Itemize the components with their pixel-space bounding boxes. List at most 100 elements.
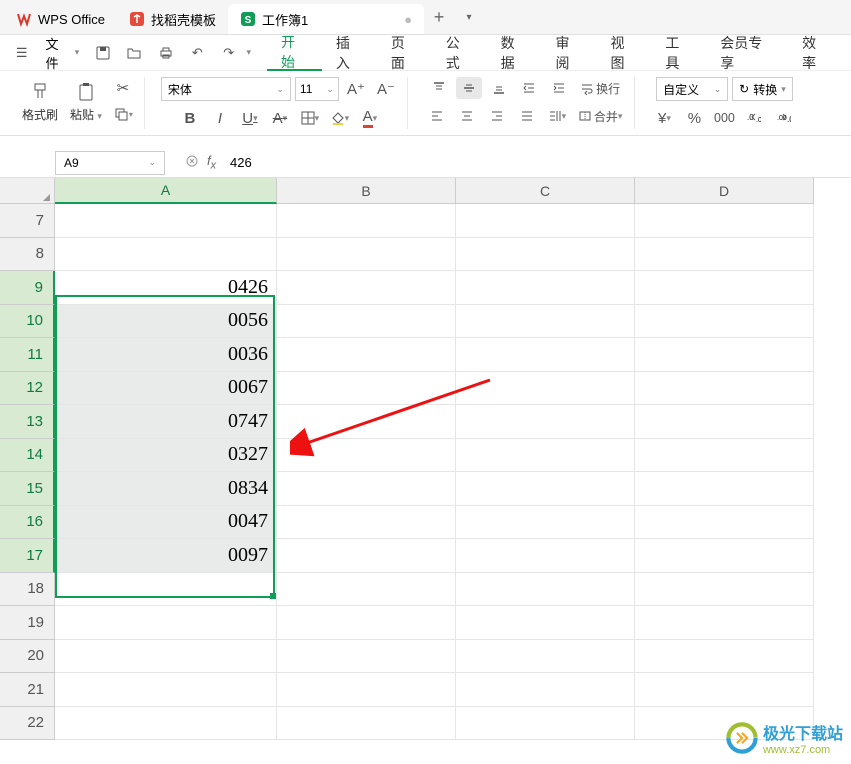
cell[interactable] xyxy=(635,506,814,540)
tab-formula[interactable]: 公式 xyxy=(432,35,487,71)
cell[interactable] xyxy=(635,271,814,305)
cell[interactable] xyxy=(635,539,814,573)
cell[interactable] xyxy=(55,606,277,640)
decimal-inc-icon[interactable]: .00.0 xyxy=(771,107,797,129)
tab-start[interactable]: 开始 xyxy=(267,35,322,71)
convert-button[interactable]: ↻ 转换▾ xyxy=(732,77,793,101)
bold-icon[interactable]: B xyxy=(177,107,203,129)
row-header[interactable]: 11 xyxy=(0,338,55,372)
tab-vip[interactable]: 会员专享 xyxy=(706,35,788,71)
select-all-corner[interactable] xyxy=(0,178,55,204)
cell[interactable]: 0036 xyxy=(55,338,277,372)
percent-icon[interactable]: % xyxy=(681,107,707,129)
folder-icon[interactable] xyxy=(121,39,148,67)
name-box[interactable]: A9⌄ xyxy=(55,151,165,175)
save-icon[interactable] xyxy=(89,39,116,67)
tab-review[interactable]: 审阅 xyxy=(542,35,597,71)
cell[interactable]: 0834 xyxy=(55,472,277,506)
paste-button[interactable]: 粘贴 ▾ xyxy=(66,78,106,125)
row-header[interactable]: 17 xyxy=(0,539,55,573)
row-header[interactable]: 22 xyxy=(0,707,55,741)
cell[interactable] xyxy=(277,707,456,741)
col-header-a[interactable]: A xyxy=(55,178,277,204)
tab-list-button[interactable]: ▾ xyxy=(454,12,484,23)
cell[interactable] xyxy=(277,640,456,674)
app-tab-workbook[interactable]: S 工作簿1 ● xyxy=(228,4,424,34)
indent-decrease-icon[interactable] xyxy=(516,77,542,99)
hamburger-icon[interactable]: ☰ xyxy=(8,39,35,67)
cell[interactable] xyxy=(456,238,635,272)
cell[interactable] xyxy=(277,472,456,506)
cell[interactable] xyxy=(635,640,814,674)
currency-icon[interactable]: ¥ ▾ xyxy=(651,107,677,129)
cell[interactable] xyxy=(277,539,456,573)
row-header[interactable]: 10 xyxy=(0,305,55,339)
font-increase-icon[interactable]: A⁺ xyxy=(343,78,369,100)
cell[interactable] xyxy=(635,405,814,439)
align-top-icon[interactable] xyxy=(426,77,452,99)
cell[interactable] xyxy=(635,238,814,272)
fx-icon[interactable]: fx xyxy=(207,153,216,172)
tab-data[interactable]: 数据 xyxy=(487,35,542,71)
decimal-dec-icon[interactable]: .0.00 xyxy=(741,107,767,129)
cell[interactable] xyxy=(456,271,635,305)
cell[interactable] xyxy=(456,673,635,707)
cell[interactable] xyxy=(456,338,635,372)
tab-insert[interactable]: 插入 xyxy=(322,35,377,71)
row-header[interactable]: 19 xyxy=(0,606,55,640)
cell[interactable] xyxy=(635,204,814,238)
cell[interactable] xyxy=(635,673,814,707)
cell[interactable] xyxy=(456,606,635,640)
align-bottom-icon[interactable] xyxy=(486,77,512,99)
file-menu[interactable]: 文件▾ xyxy=(39,34,85,72)
font-size-select[interactable]: 11⌄ xyxy=(295,77,339,101)
cell[interactable] xyxy=(635,372,814,406)
align-center-icon[interactable] xyxy=(454,105,480,127)
align-right-icon[interactable] xyxy=(484,105,510,127)
add-tab-button[interactable]: + xyxy=(424,7,454,28)
cell[interactable] xyxy=(55,204,277,238)
underline-icon[interactable]: U ▾ xyxy=(237,107,263,129)
cut-icon[interactable]: ✂ xyxy=(110,77,136,99)
tab-page[interactable]: 页面 xyxy=(377,35,432,71)
tab-tools[interactable]: 工具 xyxy=(651,35,706,71)
cell[interactable] xyxy=(277,305,456,339)
wrap-button[interactable]: 换行 xyxy=(576,77,624,99)
cell[interactable] xyxy=(456,405,635,439)
comma-icon[interactable]: 000 xyxy=(711,107,737,129)
align-left-icon[interactable] xyxy=(424,105,450,127)
cell[interactable] xyxy=(635,472,814,506)
cell[interactable] xyxy=(456,707,635,741)
cell[interactable]: 0056 xyxy=(55,305,277,339)
orientation-icon[interactable]: ▾ xyxy=(544,105,570,127)
row-header[interactable]: 18 xyxy=(0,573,55,607)
cell[interactable] xyxy=(277,439,456,473)
cell[interactable] xyxy=(456,506,635,540)
cell[interactable] xyxy=(635,573,814,607)
cell[interactable] xyxy=(456,439,635,473)
cell[interactable] xyxy=(55,573,277,607)
cell[interactable] xyxy=(635,338,814,372)
cell[interactable] xyxy=(55,238,277,272)
col-header-d[interactable]: D xyxy=(635,178,814,204)
formula-input[interactable] xyxy=(224,155,851,170)
cell[interactable] xyxy=(456,640,635,674)
cell[interactable] xyxy=(277,338,456,372)
row-header[interactable]: 7 xyxy=(0,204,55,238)
cell[interactable] xyxy=(456,204,635,238)
cell[interactable] xyxy=(277,204,456,238)
cell[interactable] xyxy=(456,305,635,339)
copy-icon[interactable]: ▾ xyxy=(110,103,136,125)
font-color-icon[interactable]: A ▾ xyxy=(357,107,383,129)
font-select[interactable]: 宋体⌄ xyxy=(161,77,291,101)
indent-increase-icon[interactable] xyxy=(546,77,572,99)
cell[interactable] xyxy=(277,405,456,439)
cell[interactable] xyxy=(456,472,635,506)
cell[interactable] xyxy=(277,606,456,640)
row-header[interactable]: 21 xyxy=(0,673,55,707)
row-header[interactable]: 13 xyxy=(0,405,55,439)
row-header[interactable]: 12 xyxy=(0,372,55,406)
cell[interactable] xyxy=(277,238,456,272)
cell[interactable] xyxy=(635,439,814,473)
cell[interactable] xyxy=(635,606,814,640)
